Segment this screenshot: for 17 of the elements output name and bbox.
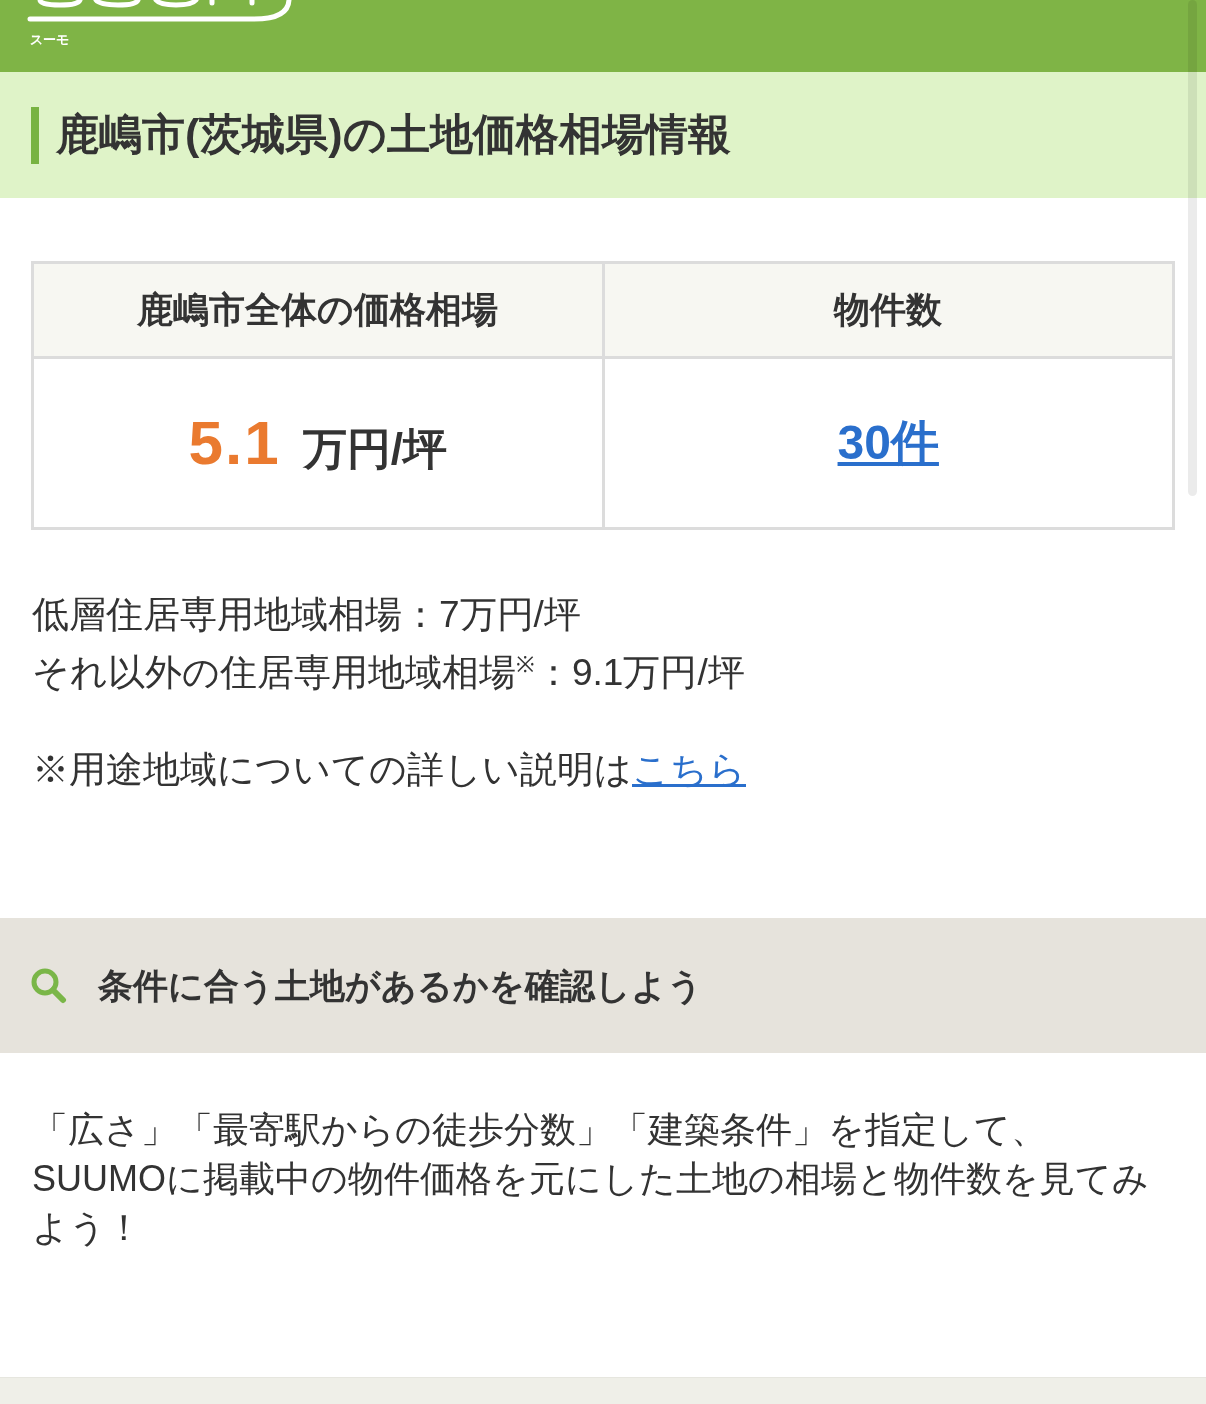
- search-description-text: 「広さ」「最寄駅からの徒歩分数」「建築条件」を指定して、 SUUMOに掲載中の物件価格を元にした土地の相場と物件数を見てみよう！: [32, 1108, 1150, 1250]
- title-accent-bar: [31, 106, 39, 164]
- details-link[interactable]: こちら: [632, 749, 746, 790]
- table-header-cell: 物件数: [604, 264, 1172, 356]
- page-title: 鹿嶋市(茨城県)の土地価格相場情報: [56, 109, 731, 161]
- zone-price-text: 低層住居専用地域相場：7万円/坪: [32, 593, 582, 637]
- search-icon: [30, 967, 67, 1004]
- price-value: 5.1: [188, 407, 281, 478]
- logo-icon[interactable]: [26, 0, 292, 24]
- search-section-title: 条件に合う土地があるかを確認しよう: [98, 964, 703, 1007]
- price-unit: 万円/坪: [302, 423, 447, 475]
- logo-caption: スーモ: [30, 32, 69, 48]
- table-header-cell: 鹿嶋市全体の価格相場: [34, 264, 602, 356]
- listing-count-link[interactable]: 30件: [837, 411, 939, 475]
- zone-price-text: それ以外の住居専用地域相場$^{※}$：9.1万円/坪: [32, 650, 746, 695]
- zone-note-text: ※用途地域についての詳しい説明は こちら: [31, 748, 747, 792]
- scrollbar-thumb[interactable]: [1188, 0, 1197, 496]
